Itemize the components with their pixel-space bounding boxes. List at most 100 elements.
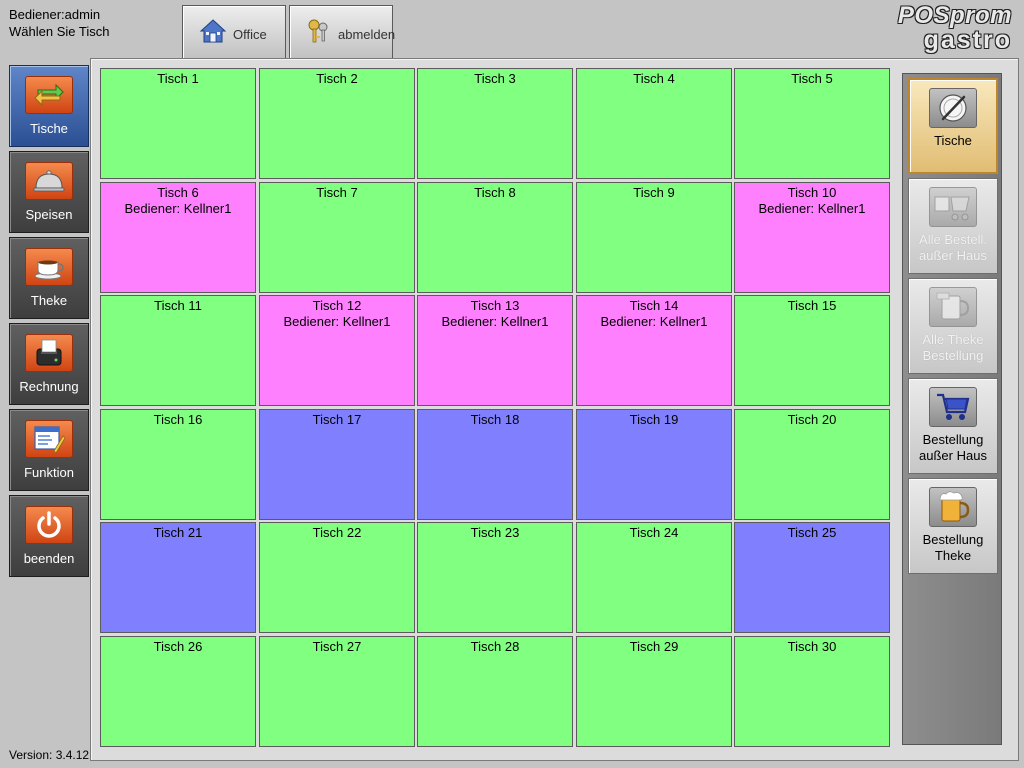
table-name: Tisch 12: [312, 298, 362, 313]
all-takeaway-orders-button: Alle Bestell. außer Haus: [908, 178, 998, 274]
table-name: Tisch 13: [470, 298, 520, 313]
counter-order-button[interactable]: Bestellung Theke: [908, 478, 998, 574]
table-waiter: Bediener: Kellner1: [600, 314, 708, 329]
table-name: Tisch 26: [153, 639, 203, 654]
receipt-printer-icon: [25, 334, 73, 372]
nav-label: Tische: [30, 121, 68, 136]
nav-label: Theke: [30, 293, 68, 308]
house-icon: [199, 18, 227, 47]
label-line: außer Haus: [919, 448, 987, 463]
power-icon: [25, 506, 73, 544]
cloche-icon: [25, 162, 73, 200]
logout-button[interactable]: abmelden: [289, 5, 396, 59]
table-name: Tisch 18: [470, 412, 520, 427]
swap-arrows-icon: [25, 76, 73, 114]
all-counter-orders-button: Alle Theke Bestellung: [908, 278, 998, 374]
nav-label: Funktion: [24, 465, 74, 480]
window-pencil-icon: [25, 420, 73, 458]
table-name: Tisch 5: [791, 71, 833, 86]
tables-mode-button[interactable]: Tische: [908, 78, 998, 174]
table-name: Tisch 19: [629, 412, 679, 427]
table-name: Tisch 14: [629, 298, 679, 313]
table-tile[interactable]: Tisch 16: [100, 409, 256, 520]
table-tile[interactable]: Tisch 13 Bediener: Kellner1: [417, 295, 573, 406]
table-tile[interactable]: Tisch 12 Bediener: Kellner1: [259, 295, 415, 406]
nav-speisen-button[interactable]: Speisen: [9, 151, 89, 233]
table-tile[interactable]: Tisch 15: [734, 295, 890, 406]
table-tile[interactable]: Tisch 17: [259, 409, 415, 520]
order-mode-panel: Tische Alle Bestell. außer Haus Alle Theke B…: [902, 73, 1002, 745]
nav-funktion-button[interactable]: Funktion: [9, 409, 89, 491]
table-tile[interactable]: Tisch 9: [576, 182, 732, 293]
table-tile[interactable]: Tisch 22: [259, 522, 415, 633]
nav-rechnung-button[interactable]: Rechnung: [9, 323, 89, 405]
office-button[interactable]: Office: [182, 5, 286, 59]
table-name: Tisch 22: [312, 525, 362, 540]
table-tile[interactable]: Tisch 19: [576, 409, 732, 520]
table-tile[interactable]: Tisch 8: [417, 182, 573, 293]
table-name: Tisch 3: [474, 71, 516, 86]
table-tile[interactable]: Tisch 14 Bediener: Kellner1: [576, 295, 732, 406]
nav-tische-button[interactable]: Tische: [9, 65, 89, 147]
table-tile[interactable]: Tisch 26: [100, 636, 256, 747]
table-tile[interactable]: Tisch 25: [734, 522, 890, 633]
table-tile[interactable]: Tisch 29: [576, 636, 732, 747]
table-name: Tisch 2: [316, 71, 358, 86]
label-line: Bestellung: [922, 432, 984, 447]
table-tile[interactable]: Tisch 30: [734, 636, 890, 747]
nav-label: Speisen: [25, 207, 73, 222]
side-nav: Tische Speisen Theke Rechnung Funktion beende…: [9, 65, 89, 581]
table-name: Tisch 15: [787, 298, 837, 313]
label-line: Bestellung: [922, 532, 984, 547]
table-tile[interactable]: Tisch 5: [734, 68, 890, 179]
table-name: Tisch 27: [312, 639, 362, 654]
table-tile[interactable]: Tisch 18: [417, 409, 573, 520]
table-tile[interactable]: Tisch 3: [417, 68, 573, 179]
label-line: Theke: [934, 548, 972, 563]
table-tile[interactable]: Tisch 11: [100, 295, 256, 406]
nav-beenden-button[interactable]: beenden: [9, 495, 89, 577]
beer-mug-icon: [929, 487, 977, 527]
logo-line-1: POSprom: [897, 2, 1012, 29]
table-waiter: Bediener: Kellner1: [758, 201, 866, 216]
instruction-label: Wählen Sie Tisch: [9, 24, 110, 39]
table-tile[interactable]: Tisch 28: [417, 636, 573, 747]
table-tile[interactable]: Tisch 21: [100, 522, 256, 633]
table-waiter: Bediener: Kellner1: [124, 201, 232, 216]
takeaway-order-button[interactable]: Bestellung außer Haus: [908, 378, 998, 474]
table-tile[interactable]: Tisch 24: [576, 522, 732, 633]
table-tile[interactable]: Tisch 23: [417, 522, 573, 633]
table-tile[interactable]: Tisch 10 Bediener: Kellner1: [734, 182, 890, 293]
table-name: Tisch 28: [470, 639, 520, 654]
label-line: Alle Bestell.: [919, 232, 987, 247]
tables-mode-label: Tische: [934, 133, 972, 149]
table-name: Tisch 9: [633, 185, 675, 200]
delivery-cart-icon: [929, 187, 977, 227]
table-name: Tisch 8: [474, 185, 516, 200]
table-name: Tisch 7: [316, 185, 358, 200]
nav-theke-button[interactable]: Theke: [9, 237, 89, 319]
shopping-cart-icon: [929, 387, 977, 427]
table-tile[interactable]: Tisch 4: [576, 68, 732, 179]
status-info: Bediener:admin Wählen Sie Tisch: [9, 6, 109, 40]
table-name: Tisch 10: [787, 185, 837, 200]
table-tile[interactable]: Tisch 6 Bediener: Kellner1: [100, 182, 256, 293]
table-name: Tisch 20: [787, 412, 837, 427]
table-name: Tisch 4: [633, 71, 675, 86]
table-name: Tisch 1: [157, 71, 199, 86]
table-name: Tisch 16: [153, 412, 203, 427]
table-tile[interactable]: Tisch 1: [100, 68, 256, 179]
table-tile[interactable]: Tisch 27: [259, 636, 415, 747]
nav-label: beenden: [23, 551, 75, 566]
keys-icon: [306, 17, 332, 48]
table-tile[interactable]: Tisch 7: [259, 182, 415, 293]
table-tile[interactable]: Tisch 2: [259, 68, 415, 179]
table-tile[interactable]: Tisch 20: [734, 409, 890, 520]
logo: POSprom gastro: [897, 2, 1012, 53]
table-name: Tisch 21: [153, 525, 203, 540]
office-button-label: Office: [233, 27, 267, 42]
takeaway-order-label: Bestellung außer Haus: [919, 432, 987, 464]
label-line: außer Haus: [919, 248, 987, 263]
logout-button-label: abmelden: [338, 27, 396, 42]
user-label: Bediener:admin: [9, 7, 101, 22]
